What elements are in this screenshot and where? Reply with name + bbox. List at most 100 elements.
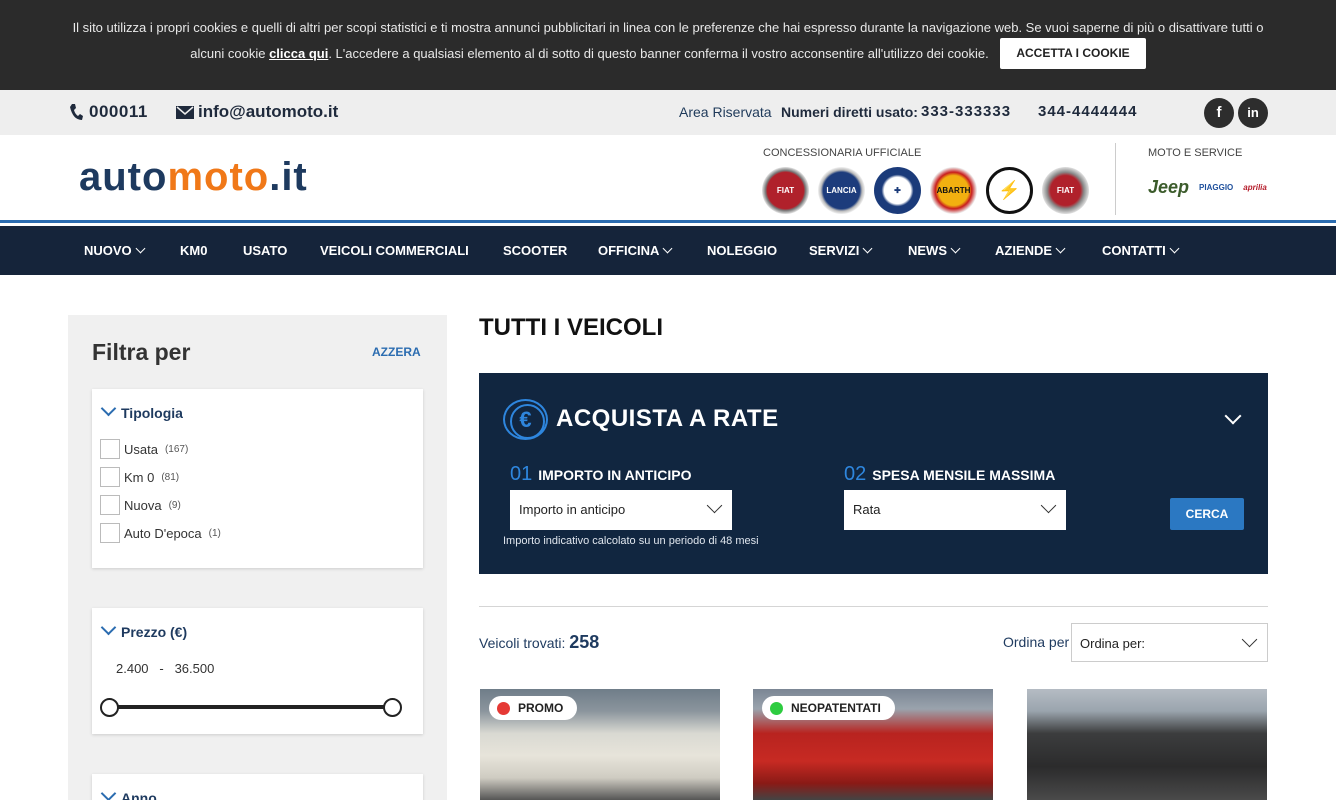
vehicle-image[interactable] [1027, 689, 1267, 800]
nav-label: AZIENDE [995, 243, 1053, 258]
nav-item-officina[interactable]: OFFICINA [598, 226, 673, 275]
nav-item-noleggio[interactable]: NOLEGGIO [707, 226, 777, 275]
nav-item-nuovo[interactable]: NUOVO [84, 226, 146, 275]
price-slider-max-handle[interactable] [383, 698, 402, 717]
price-slider-track[interactable] [109, 705, 393, 709]
logo-part-moto: moto [167, 155, 270, 199]
fiat-professional-logo[interactable]: FIAT [1042, 167, 1089, 214]
sort-select[interactable]: Ordina per: [1071, 623, 1268, 662]
filter-anno-title[interactable]: Anno [121, 790, 157, 800]
piaggio-logo[interactable]: PIAGGIO [1199, 183, 1233, 192]
step-number: 01 [510, 463, 533, 485]
nav-label: OFFICINA [598, 243, 660, 258]
monthly-payment-select[interactable]: Rata [844, 490, 1066, 530]
down-payment-select[interactable]: Importo in anticipo [510, 490, 732, 530]
price-slider-min-handle[interactable] [100, 698, 119, 717]
nav-item-scooter[interactable]: SCOOTER [503, 226, 567, 275]
reset-filters-button[interactable]: AZZERA [372, 345, 421, 359]
cookie-more-link[interactable]: clicca qui [269, 46, 328, 61]
phone-icon [70, 104, 83, 120]
dealer-label: CONCESSIONARIA UFFICIALE [763, 147, 922, 159]
filter-title: Filtra per [92, 339, 191, 365]
nav-label: VEICOLI COMMERCIALI [320, 243, 469, 258]
header-divider [1115, 143, 1116, 215]
jeep-logo[interactable]: Jeep [1148, 177, 1189, 198]
nav-item-contatti[interactable]: CONTATTI [1102, 226, 1180, 275]
email-contact[interactable]: info@automoto.it [176, 102, 338, 122]
chevron-down-icon [1040, 497, 1057, 514]
nav-label: SERVIZI [809, 243, 860, 258]
phone-contact[interactable]: 000011 [69, 102, 148, 122]
chevron-down-icon[interactable] [100, 400, 117, 417]
price-separator: - [159, 661, 164, 676]
cookie-banner: Il sito utilizza i propri cookies e quel… [0, 0, 1336, 90]
checkbox[interactable] [100, 467, 120, 487]
direct-numbers-label: Numeri diretti usato: [781, 104, 918, 120]
checkbox[interactable] [100, 523, 120, 543]
select-value: Rata [853, 502, 881, 517]
filter-option-km0[interactable]: Km 0 (81) [100, 467, 179, 487]
nav-item-servizi[interactable]: SERVIZI [809, 226, 873, 275]
select-value: Ordina per: [1080, 636, 1146, 651]
chevron-down-icon[interactable] [100, 785, 117, 800]
nav-item-usato[interactable]: USATO [243, 226, 287, 275]
option-label: Km 0 [124, 469, 155, 485]
chevron-down-icon [950, 243, 961, 254]
reserved-area-link[interactable]: Area Riservata [679, 104, 772, 120]
option-label: Auto D'epoca [124, 525, 202, 541]
page-title: TUTTI I VEICOLI [479, 314, 663, 341]
nav-label: USATO [243, 243, 288, 258]
linkedin-icon[interactable]: in [1238, 98, 1268, 128]
vehicle-card[interactable]: PROMO [480, 689, 720, 800]
logo-part-tld: .it [269, 155, 308, 199]
cookie-text-line2: alcuni cookie clicca qui. L'accedere a q… [0, 38, 1336, 69]
chevron-down-icon[interactable] [1224, 407, 1242, 425]
alfa-romeo-logo[interactable]: ✚ [874, 167, 921, 214]
site-logo[interactable]: automoto.it [79, 155, 308, 200]
facebook-icon[interactable]: f [1204, 98, 1234, 128]
direct-number-2[interactable]: 344-4444444 [1038, 103, 1137, 120]
nav-item-km0[interactable]: KM0 [180, 226, 207, 275]
phone-number: 000011 [89, 102, 148, 121]
nav-item-news[interactable]: NEWS [908, 226, 961, 275]
filter-tipologia-title[interactable]: Tipologia [121, 405, 183, 421]
chevron-down-icon [662, 243, 673, 254]
nav-item-veicoli-commerciali[interactable]: VEICOLI COMMERCIALI [320, 226, 469, 275]
vehicle-card[interactable] [1027, 689, 1267, 800]
installment-panel: € ACQUISTA A RATE 01 IMPORTO IN ANTICIPO… [479, 373, 1268, 574]
filter-prezzo-title[interactable]: Prezzo (€) [121, 624, 187, 640]
chevron-down-icon [706, 497, 723, 514]
step-number: 02 [844, 463, 867, 485]
moto-service-label: MOTO E SERVICE [1148, 147, 1243, 159]
nav-item-aziende[interactable]: AZIENDE [995, 226, 1066, 275]
price-min: 2.400 [116, 661, 149, 676]
filter-tipologia: Tipologia Usata (167) Km 0 (81) Nuova (9) A… [92, 389, 423, 568]
opel-logo[interactable]: ⚡ [986, 167, 1033, 214]
nav-label: KM0 [180, 243, 208, 258]
checkbox[interactable] [100, 495, 120, 515]
search-button[interactable]: CERCA [1170, 498, 1244, 530]
direct-number-1[interactable]: 333-333333 [921, 103, 1011, 120]
step-label: SPESA MENSILE MASSIMA [872, 467, 1056, 483]
cookie-text-pre: alcuni cookie [190, 46, 270, 61]
fiat-logo[interactable]: FIAT [762, 167, 809, 214]
checkbox[interactable] [100, 439, 120, 459]
lancia-logo[interactable]: LANCIA [818, 167, 865, 214]
site-header: automoto.it CONCESSIONARIA UFFICIALE FIA… [0, 135, 1336, 223]
option-label: Nuova [124, 497, 162, 513]
vehicle-card[interactable]: NEOPATENTATI [753, 689, 993, 800]
filter-option-epoca[interactable]: Auto D'epoca (1) [100, 523, 221, 543]
aprilia-vespa-logo[interactable]: aprilia [1243, 183, 1267, 192]
select-value: Importo in anticipo [519, 502, 626, 517]
filter-anno: Anno [92, 774, 423, 800]
installment-note: Importo indicativo calcolato su un perio… [503, 535, 759, 547]
filter-option-nuova[interactable]: Nuova (9) [100, 495, 181, 515]
option-count: (81) [161, 471, 180, 483]
nav-label: NEWS [908, 243, 947, 258]
option-count: (9) [168, 499, 181, 511]
badge-dot [770, 701, 783, 715]
abarth-logo[interactable]: ABARTH [930, 167, 977, 214]
chevron-down-icon[interactable] [100, 619, 117, 636]
filter-option-usata[interactable]: Usata (167) [100, 439, 188, 459]
accept-cookies-button[interactable]: ACCETTA I COOKIE [1000, 38, 1146, 69]
